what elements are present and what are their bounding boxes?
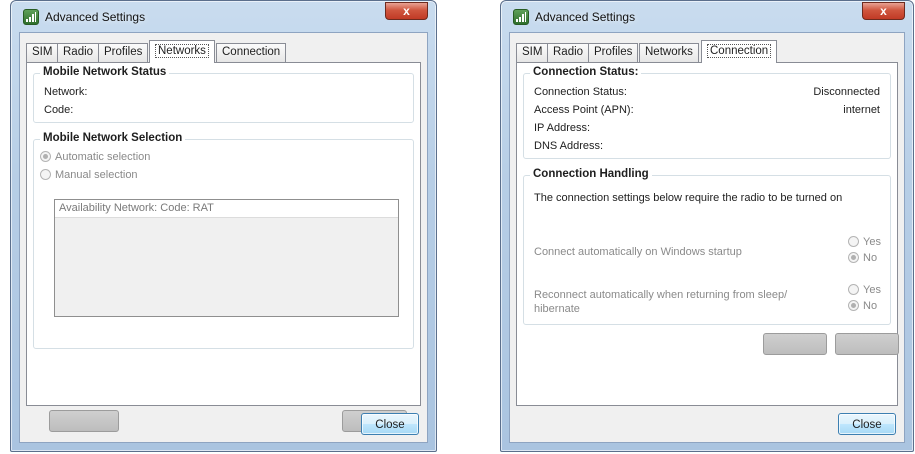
group-title: Mobile Network Selection	[40, 132, 186, 144]
advanced-settings-dialog-connection: Advanced Settings x SIM Radio Profiles N…	[500, 0, 914, 452]
startup-yes-radio[interactable]: Yes	[848, 236, 881, 250]
dialog-client: SIM Radio Profiles Networks Connection M…	[19, 32, 428, 443]
advanced-settings-dialog-networks: Advanced Settings x SIM Radio Profiles N…	[10, 0, 437, 452]
radio-icon	[848, 300, 859, 311]
radio-icon	[40, 151, 51, 162]
list-header: Availability Network: Code: RAT	[55, 200, 398, 218]
group-title: Connection Status:	[530, 66, 642, 78]
network-label: Network:	[44, 86, 88, 98]
networks-tab-panel: Mobile Network Status Network: Code: Mob…	[26, 62, 421, 432]
tab-networks[interactable]: Networks	[639, 43, 699, 62]
close-button[interactable]: Close	[361, 413, 419, 435]
row-value: internet	[843, 104, 880, 116]
no-label: No	[863, 252, 878, 264]
window-title: Advanced Settings	[535, 10, 636, 24]
tab-connection[interactable]: Connection	[216, 43, 287, 62]
mobile-network-status-group: Mobile Network Status Network: Code:	[33, 66, 414, 123]
automatic-selection-label: Automatic selection	[55, 151, 151, 163]
tab-sim[interactable]: SIM	[516, 43, 549, 62]
disabled-action-button-left[interactable]	[763, 333, 827, 355]
group-title: Connection Handling	[530, 168, 652, 180]
connection-handling-group: Connection Handling The connection setti…	[523, 168, 891, 325]
close-icon[interactable]: x	[862, 2, 905, 20]
tab-connection-label: Connection	[707, 44, 772, 58]
tab-profiles[interactable]: Profiles	[588, 43, 639, 62]
startup-no-radio[interactable]: No	[848, 252, 877, 266]
signal-bars-icon	[513, 9, 529, 25]
connection-status-row: Connection Status: Disconnected	[534, 86, 880, 102]
reconnect-no-radio[interactable]: No	[848, 300, 877, 314]
tab-radio[interactable]: Radio	[57, 43, 100, 62]
row-label: IP Address:	[534, 122, 591, 134]
tab-connection[interactable]: Connection	[701, 40, 778, 63]
close-icon[interactable]: x	[385, 2, 428, 20]
row-label: Connection Status:	[534, 86, 627, 98]
ip-address-row: IP Address:	[534, 122, 880, 138]
tab-networks-label: Networks	[155, 44, 209, 58]
apn-row: Access Point (APN): internet	[534, 104, 880, 120]
window-title: Advanced Settings	[45, 10, 146, 24]
dialog-client: SIM Radio Profiles Networks Connection C…	[509, 32, 905, 443]
connection-tab-panel: Connection Status: Connection Status: Di…	[516, 62, 899, 406]
title-bar[interactable]: Advanced Settings x	[11, 1, 436, 33]
disabled-action-button-right[interactable]	[835, 333, 899, 355]
yes-label: Yes	[863, 284, 881, 296]
startup-label: Connect automatically on Windows startup	[534, 246, 742, 258]
radio-icon	[40, 169, 51, 180]
yes-label: Yes	[863, 236, 881, 248]
code-label: Code:	[44, 104, 74, 116]
available-networks-list[interactable]: Availability Network: Code: RAT	[54, 199, 399, 317]
mobile-network-selection-group: Mobile Network Selection Automatic selec…	[33, 132, 414, 349]
row-value: Disconnected	[813, 86, 880, 98]
manual-selection-radio[interactable]: Manual selection	[40, 169, 138, 183]
close-button[interactable]: Close	[838, 413, 896, 435]
tab-sim[interactable]: SIM	[26, 43, 59, 62]
connection-status-group: Connection Status: Connection Status: Di…	[523, 66, 891, 159]
group-title: Mobile Network Status	[40, 66, 170, 78]
title-bar[interactable]: Advanced Settings x	[501, 1, 913, 33]
no-label: No	[863, 300, 878, 312]
signal-bars-icon	[23, 9, 39, 25]
radio-icon	[848, 236, 859, 247]
radio-required-note: The connection settings below require th…	[534, 192, 843, 204]
reconnect-label: Reconnect automatically when returning f…	[534, 289, 788, 315]
radio-icon	[848, 252, 859, 263]
row-label: Access Point (APN):	[534, 104, 634, 116]
tab-profiles[interactable]: Profiles	[98, 43, 149, 62]
disabled-action-button-left[interactable]	[49, 410, 119, 432]
reconnect-yes-radio[interactable]: Yes	[848, 284, 881, 298]
radio-icon	[848, 284, 859, 295]
automatic-selection-radio[interactable]: Automatic selection	[40, 151, 150, 165]
tab-networks[interactable]: Networks	[149, 40, 215, 63]
row-label: DNS Address:	[534, 140, 604, 152]
tab-radio[interactable]: Radio	[547, 43, 590, 62]
manual-selection-label: Manual selection	[55, 169, 138, 181]
dns-address-row: DNS Address:	[534, 140, 880, 156]
